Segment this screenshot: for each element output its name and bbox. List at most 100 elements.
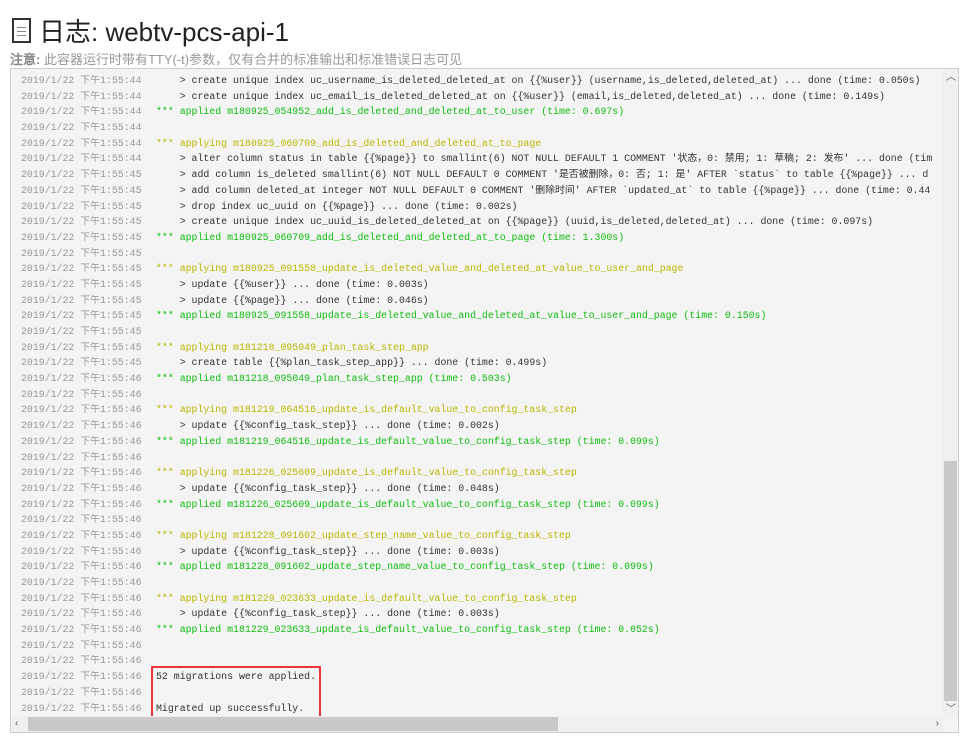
log-line: 2019/1/22 下午1:55:46 [11,450,942,466]
log-line: 2019/1/22 下午1:55:45 > create table {{%pl… [11,355,942,371]
log-timestamp: 2019/1/22 下午1:55:45 [21,326,142,337]
log-line: 2019/1/22 下午1:55:45 *** applied m180925_0… [11,308,942,324]
log-timestamp: 2019/1/22 下午1:55:46 [21,608,142,620]
scroll-left-icon[interactable]: ‹ [15,717,18,731]
log-line: 2019/1/22 下午1:55:46 *** applied m181226_0… [11,497,942,513]
log-timestamp: 2019/1/22 下午1:55:46 [21,435,142,447]
log-message: *** applied m180925_060709_add_is_delete… [156,231,625,243]
log-line: 2019/1/22 下午1:55:45 > add column is_dele… [11,167,942,183]
log-timestamp: 2019/1/22 下午1:55:44 [21,153,142,165]
log-line: 2019/1/22 下午1:55:44 > create unique inde… [11,73,942,89]
page-title-text: 日志: webtv-pcs-api-1 [39,17,289,47]
log-message: > create unique index uc_uuid_is_deleted… [156,216,874,228]
log-timestamp: 2019/1/22 下午1:55:44 [21,106,142,118]
log-timestamp: 2019/1/22 下午1:55:46 [21,624,142,636]
log-timestamp: 2019/1/22 下午1:55:46 [21,451,142,463]
log-message: *** applying m181229_023633_update_is_de… [156,592,577,604]
scroll-up-icon[interactable]: ︿ [946,71,956,85]
log-timestamp: 2019/1/22 下午1:55:46 [21,577,142,588]
log-message: *** applying m181226_025609_update_is_de… [156,467,577,479]
tty-note: 注意: 此容器运行时带有TTY(-t)参数，仅有合并的标准输出和标准错误日志可见 [10,49,462,68]
log-message: *** applying m181218_095049_plan_task_st… [156,341,429,353]
log-line: 2019/1/22 下午1:55:44 > create unique inde… [11,89,942,105]
log-line: 2019/1/22 下午1:55:46 [11,638,942,654]
vertical-scroll-thumb[interactable] [944,461,957,701]
log-timestamp: 2019/1/22 下午1:55:46 [21,671,142,683]
log-message: > alter column status in table {{%page}}… [156,153,933,165]
log-timestamp: 2019/1/22 下午1:55:45 [21,263,142,275]
log-line: 2019/1/22 下午1:55:46 *** applied m181228_0… [11,559,942,575]
horizontal-scroll-thumb[interactable] [28,717,558,731]
log-timestamp: 2019/1/22 下午1:55:46 [21,514,142,526]
log-line: 2019/1/22 下午1:55:46 > update {{%config_t… [11,418,942,434]
log-timestamp: 2019/1/22 下午1:55:45 [21,341,142,353]
log-timestamp: 2019/1/22 下午1:55:46 [21,592,142,604]
log-message: *** applied m181226_025609_update_is_def… [156,498,660,510]
vertical-scrollbar[interactable]: ︿ ﹀ [943,69,958,717]
log-timestamp: 2019/1/22 下午1:55:44 [21,137,142,149]
log-message: *** applying m180925_091558_update_is_de… [156,263,684,275]
log-timestamp: 2019/1/22 下午1:55:46 [21,655,142,667]
log-message: > update {{%config_task_step}} ... done … [156,420,500,432]
log-lines: 2019/1/22 下午1:55:44 > create unique inde… [11,73,942,716]
log-line: 2019/1/22 下午1:55:44 [11,120,942,136]
log-line: 2019/1/22 下午1:55:46 > update {{%config_t… [11,481,942,497]
log-message: *** applying m181219_064516_update_is_de… [156,404,577,416]
log-message: > add column is_deleted smallint(6) NOT … [156,169,929,181]
log-line: 2019/1/22 下午1:55:45 > update {{%page}} .… [11,293,942,309]
log-message: > drop index uc_uuid on {{%page}} ... do… [156,200,518,212]
log-message: *** applying m181228_091602_update_step_… [156,529,571,541]
log-line: 2019/1/22 下午1:55:45 *** applied m180925_0… [11,230,942,246]
log-line: 2019/1/22 下午1:55:46 *** applying m181226_… [11,465,942,481]
log-line: 2019/1/22 下午1:55:45 [11,246,942,262]
log-line: 2019/1/22 下午1:55:46 *** applied m181219_0… [11,434,942,450]
log-timestamp: 2019/1/22 下午1:55:45 [21,247,142,259]
horizontal-scrollbar[interactable]: ‹ › [11,716,943,732]
log-timestamp: 2019/1/22 下午1:55:46 [21,482,142,494]
log-timestamp: 2019/1/22 下午1:55:46 [21,404,142,416]
log-timestamp: 2019/1/22 下午1:55:45 [21,310,142,322]
log-message: > update {{%config_task_step}} ... done … [156,545,500,557]
scroll-right-icon[interactable]: › [936,717,939,731]
note-text: 此容器运行时带有TTY(-t)参数，仅有合并的标准输出和标准错误日志可见 [40,52,463,67]
log-message: *** applied m181229_023633_update_is_def… [156,624,660,636]
log-message: *** applying m180925_060709_add_is_delet… [156,137,542,149]
log-timestamp: 2019/1/22 下午1:55:44 [21,90,142,102]
log-timestamp: 2019/1/22 下午1:55:45 [21,200,142,212]
log-timestamp: 2019/1/22 下午1:55:46 [21,467,142,479]
log-timestamp: 2019/1/22 下午1:55:46 [21,373,142,385]
log-timestamp: 2019/1/22 下午1:55:46 [21,498,142,510]
log-timestamp: 2019/1/22 下午1:55:46 [21,545,142,557]
log-line: 2019/1/22 下午1:55:45 [11,324,942,340]
log-timestamp: 2019/1/22 下午1:55:46 [21,420,142,432]
log-line: 2019/1/22 下午1:55:45 > add column deleted… [11,183,942,199]
log-line: 2019/1/22 下午1:55:46 *** applied m181218_0… [11,371,942,387]
scroll-down-icon[interactable]: ﹀ [946,703,956,717]
log-line: 2019/1/22 下午1:55:44 *** applied m180925_0… [11,104,942,120]
log-viewer[interactable]: 2019/1/22 下午1:55:44 > create unique inde… [10,68,959,733]
log-line: 2019/1/22 下午1:55:46 > update {{%config_t… [11,544,942,560]
log-message: > create unique index uc_email_is_delete… [156,90,885,102]
log-message: *** applied m180925_054952_add_is_delete… [156,106,625,118]
log-timestamp: 2019/1/22 下午1:55:45 [21,169,142,181]
log-message: *** applied m181218_095049_plan_task_ste… [156,373,512,385]
log-message: > update {{%config_task_step}} ... done … [156,482,500,494]
log-timestamp: 2019/1/22 下午1:55:45 [21,278,142,290]
log-line: 2019/1/22 下午1:55:46 [11,512,942,528]
log-message: > add column deleted_at integer NOT NULL… [156,184,931,196]
log-timestamp: 2019/1/22 下午1:55:46 [21,702,142,714]
document-icon [12,18,31,43]
log-message: > update {{%config_task_step}} ... done … [156,608,500,620]
log-message: *** applied m180925_091558_update_is_del… [156,310,767,322]
highlight-box [151,666,321,720]
log-line: 2019/1/22 下午1:55:45 > update {{%user}} .… [11,277,942,293]
log-timestamp: 2019/1/22 下午1:55:46 [21,686,142,698]
note-label: 注意: [10,52,41,67]
log-timestamp: 2019/1/22 下午1:55:46 [21,561,142,573]
log-line: 2019/1/22 下午1:55:46 *** applying m181219_… [11,402,942,418]
log-line: 2019/1/22 下午1:55:44 > alter column statu… [11,151,942,167]
log-timestamp: 2019/1/22 下午1:55:45 [21,216,142,228]
log-line: 2019/1/22 下午1:55:44 *** applying m180925_… [11,136,942,152]
log-line: 2019/1/22 下午1:55:46 > update {{%config_t… [11,606,942,622]
log-timestamp: 2019/1/22 下午1:55:45 [21,231,142,243]
